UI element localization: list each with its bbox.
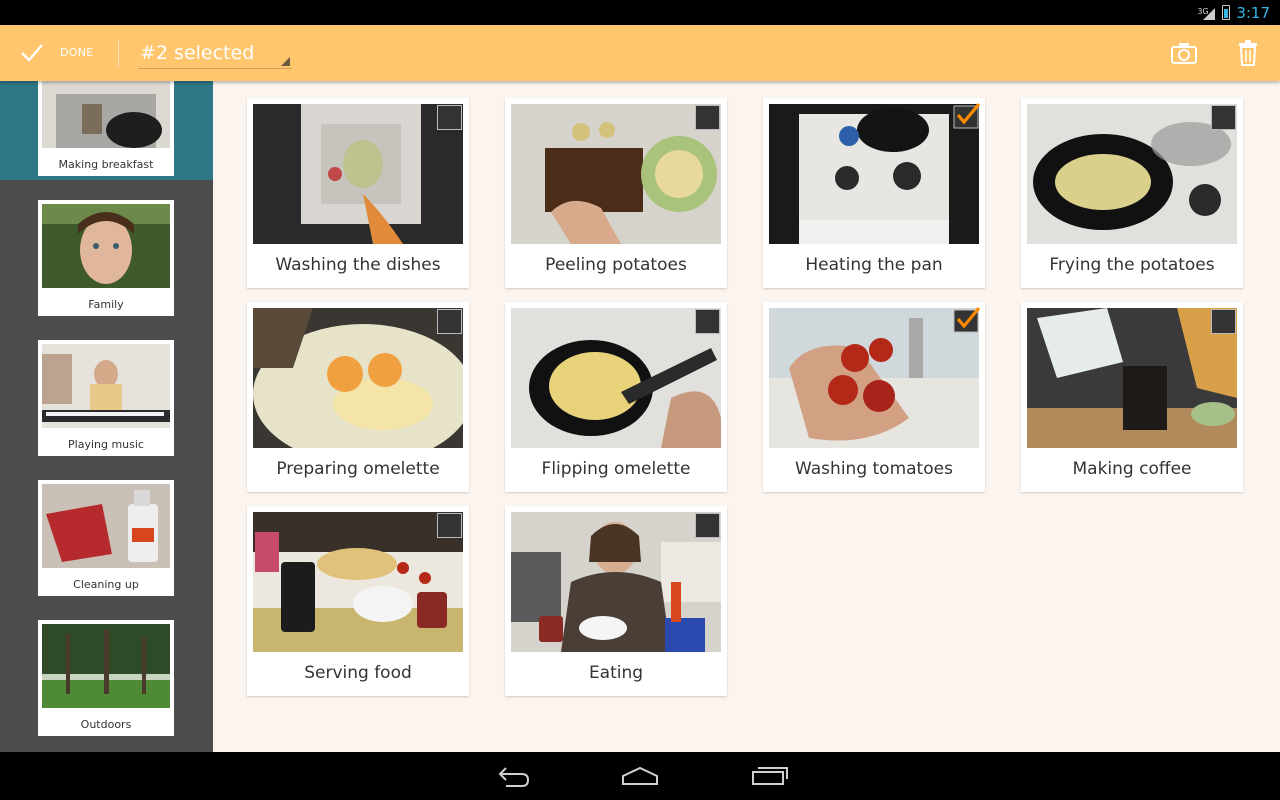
camera-icon	[1168, 37, 1200, 69]
photo-thumbnail	[769, 308, 979, 448]
photo-tile-flipping-omelette[interactable]: Flipping omelette	[505, 302, 727, 492]
select-checkbox[interactable]	[695, 513, 720, 538]
photo-thumbnail	[1027, 104, 1237, 244]
photo-label: Flipping omelette	[541, 459, 691, 479]
recent-apps-button[interactable]	[750, 762, 790, 790]
select-checkbox[interactable]	[437, 513, 462, 538]
photo-thumbnail	[769, 104, 979, 244]
status-icons: 3G 3:17	[1197, 0, 1270, 25]
photo-label: Heating the pan	[805, 255, 943, 275]
photo-tile-making-coffee[interactable]: Making coffee	[1021, 302, 1243, 492]
selection-count: #2 selected	[140, 42, 255, 64]
album-card: Family	[38, 200, 174, 316]
select-checkbox-checked[interactable]	[953, 306, 981, 334]
action-bar-divider	[118, 39, 119, 67]
photo-tile-frying-potatoes[interactable]: Frying the potatoes	[1021, 98, 1243, 288]
album-sidebar: Making breakfast Family Playing music Cl…	[0, 81, 213, 752]
home-button[interactable]	[620, 762, 660, 790]
back-button[interactable]	[492, 762, 532, 790]
signal-icon: 3G	[1197, 5, 1216, 21]
photo-thumbnail	[511, 104, 721, 244]
album-label: Family	[88, 298, 124, 311]
select-checkbox[interactable]	[437, 105, 462, 130]
photo-label: Serving food	[304, 663, 412, 683]
photo-tile-peeling-potatoes[interactable]: Peeling potatoes	[505, 98, 727, 288]
photo-grid: Washing the dishes Peeling potatoes Heat…	[213, 81, 1280, 752]
camera-button[interactable]	[1168, 37, 1200, 69]
album-cleaning-up[interactable]: Cleaning up	[0, 460, 213, 600]
photo-label: Peeling potatoes	[545, 255, 687, 275]
album-label: Outdoors	[80, 718, 132, 731]
select-checkbox[interactable]	[695, 105, 720, 130]
photo-label: Washing tomatoes	[795, 459, 953, 479]
clock: 3:17	[1236, 3, 1270, 22]
delete-button[interactable]	[1232, 37, 1264, 69]
back-icon	[492, 762, 532, 790]
select-checkbox[interactable]	[437, 309, 462, 334]
dropdown-triangle-icon	[281, 57, 290, 66]
photo-label: Preparing omelette	[276, 459, 440, 479]
status-bar: 3G 3:17	[0, 0, 1280, 25]
photo-thumbnail	[511, 512, 721, 652]
navigation-bar	[0, 752, 1280, 800]
select-checkbox[interactable]	[695, 309, 720, 334]
album-thumbnail	[42, 344, 170, 428]
photo-tile-preparing-omelette[interactable]: Preparing omelette	[247, 302, 469, 492]
photo-thumbnail	[511, 308, 721, 448]
photo-label: Making coffee	[1072, 459, 1192, 479]
album-card: Cleaning up	[38, 480, 174, 596]
trash-icon	[1232, 37, 1264, 69]
photo-thumbnail	[253, 512, 463, 652]
album-making-breakfast[interactable]: Making breakfast	[0, 81, 213, 180]
photo-label: Frying the potatoes	[1049, 255, 1215, 275]
album-playing-music[interactable]: Playing music	[0, 320, 213, 460]
recent-apps-icon	[750, 762, 790, 790]
action-bar: DONE #2 selected	[0, 25, 1280, 81]
photo-tile-washing-dishes[interactable]: Washing the dishes	[247, 98, 469, 288]
photo-tile-serving-food[interactable]: Serving food	[247, 506, 469, 696]
album-label: Cleaning up	[73, 578, 139, 591]
select-checkbox[interactable]	[1211, 105, 1236, 130]
album-label: Playing music	[68, 438, 144, 451]
album-thumbnail	[42, 204, 170, 288]
photo-label: Washing the dishes	[275, 255, 441, 275]
album-label: Making breakfast	[58, 158, 154, 171]
photo-thumbnail	[253, 104, 463, 244]
done-label: DONE	[60, 46, 94, 59]
album-thumbnail	[42, 624, 170, 708]
album-thumbnail	[42, 484, 170, 568]
photo-tile-eating[interactable]: Eating	[505, 506, 727, 696]
check-icon	[20, 41, 44, 65]
network-type: 3G	[1197, 6, 1209, 16]
photo-tile-washing-tomatoes[interactable]: Washing tomatoes	[763, 302, 985, 492]
photo-thumbnail	[1027, 308, 1237, 448]
photo-label: Eating	[588, 663, 644, 683]
select-checkbox-checked[interactable]	[953, 102, 981, 130]
selection-dropdown[interactable]: #2 selected	[138, 37, 292, 69]
done-button[interactable]: DONE	[0, 25, 110, 81]
photo-tile-heating-pan[interactable]: Heating the pan	[763, 98, 985, 288]
photo-thumbnail	[253, 308, 463, 448]
album-card: Outdoors	[38, 620, 174, 736]
album-card: Making breakfast	[38, 81, 174, 176]
album-family[interactable]: Family	[0, 180, 213, 320]
album-card: Playing music	[38, 340, 174, 456]
select-checkbox[interactable]	[1211, 309, 1236, 334]
battery-icon	[1222, 5, 1231, 20]
album-outdoors[interactable]: Outdoors	[0, 600, 213, 740]
home-icon	[620, 762, 660, 790]
album-thumbnail	[42, 81, 170, 148]
